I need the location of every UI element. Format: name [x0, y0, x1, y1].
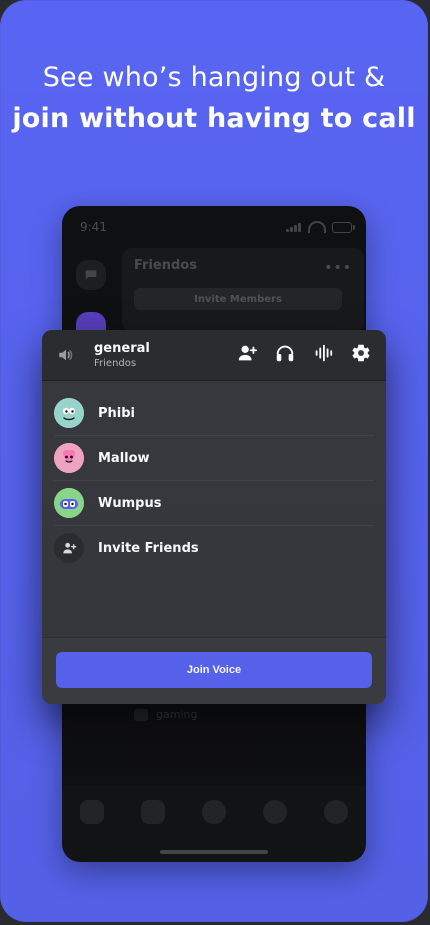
headphones-icon[interactable] — [274, 342, 296, 364]
soundwave-icon[interactable] — [312, 342, 334, 364]
participant-row[interactable]: Phibi — [54, 391, 374, 436]
hero-line-1: See who’s hanging out & — [42, 62, 386, 93]
avatar — [54, 488, 84, 518]
battery-icon — [332, 221, 355, 233]
participant-name: Phibi — [98, 405, 136, 421]
participant-row[interactable]: Wumpus — [54, 481, 374, 526]
status-time: 9:41 — [80, 220, 107, 234]
status-bar: 9:41 — [80, 218, 355, 236]
invite-members-button[interactable]: Invite Members — [134, 288, 342, 310]
mentions-icon[interactable] — [263, 800, 287, 824]
add-user-icon[interactable] — [236, 342, 258, 364]
bottom-navigation — [62, 786, 366, 862]
home-indicator — [160, 850, 268, 854]
background-voice-channel[interactable]: gaming — [134, 708, 197, 721]
popup-footer: Join Voice — [42, 637, 386, 704]
hero-headline: See who’s hanging out & join without hav… — [0, 62, 428, 134]
phibi-avatar-icon — [54, 398, 84, 428]
server-header-panel: Friendos ••• Invite Members — [122, 248, 364, 332]
channel-title: general — [94, 341, 150, 356]
mallow-avatar-icon — [54, 443, 84, 473]
bottom-nav-icons — [80, 800, 348, 824]
participants-list: Phibi Mallow Wumpus Invite Friends — [42, 381, 386, 570]
background-channel-name: gaming — [156, 708, 198, 721]
server-subtitle: Friendos — [94, 358, 137, 369]
phone-icon[interactable] — [141, 800, 165, 824]
signal-icon — [286, 222, 302, 232]
voice-channel-popup: general Friendos Phibi Mallow Wumpus Inv… — [42, 330, 386, 704]
more-options-icon[interactable]: ••• — [324, 260, 352, 276]
chat-icon — [85, 270, 97, 280]
search-icon[interactable] — [202, 800, 226, 824]
avatar — [54, 398, 84, 428]
participant-name: Mallow — [98, 450, 150, 466]
server-title: Friendos — [134, 258, 197, 273]
participant-name: Wumpus — [98, 495, 162, 511]
invite-friends-label: Invite Friends — [98, 540, 199, 556]
participant-row[interactable]: Mallow — [54, 436, 374, 481]
direct-messages-icon[interactable] — [76, 260, 106, 290]
settings-gear-icon[interactable] — [350, 342, 372, 364]
profile-avatar-icon[interactable] — [324, 800, 348, 824]
speaker-icon — [56, 346, 76, 364]
discord-home-icon[interactable] — [80, 800, 104, 824]
wifi-icon — [308, 221, 326, 233]
popup-actions — [236, 342, 372, 364]
join-voice-button[interactable]: Join Voice — [56, 652, 372, 688]
speaker-icon — [134, 708, 148, 721]
hero-line-2: join without having to call — [12, 103, 416, 134]
promo-card: See who’s hanging out & join without hav… — [0, 0, 428, 922]
status-icons — [286, 221, 355, 233]
add-friend-icon — [54, 533, 84, 563]
wumpus-avatar-icon — [54, 488, 84, 518]
invite-friends-row[interactable]: Invite Friends — [54, 526, 374, 570]
avatar — [54, 443, 84, 473]
popup-header: general Friendos — [42, 330, 386, 381]
